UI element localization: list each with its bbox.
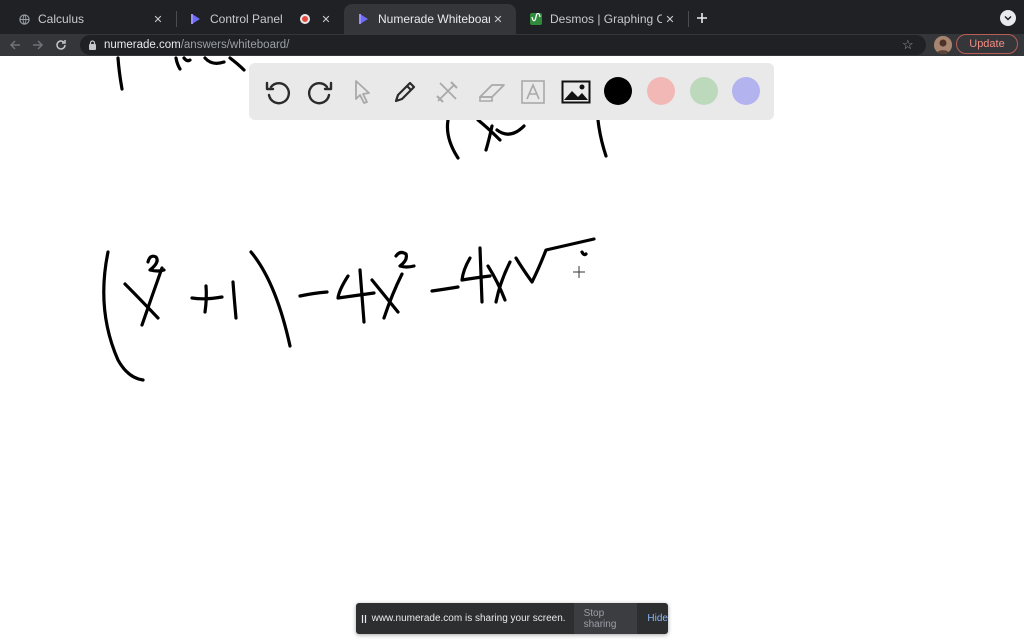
undo-button[interactable] (261, 75, 295, 109)
image-icon (561, 80, 591, 104)
color-swatch-green[interactable] (690, 77, 718, 105)
eraser-icon (479, 84, 505, 102)
image-tool-button[interactable] (559, 75, 593, 109)
cursor-icon (355, 80, 370, 104)
tools-icon (436, 81, 458, 103)
undo-icon (265, 81, 290, 105)
shapes-tool-button[interactable] (430, 75, 464, 109)
select-tool-button[interactable] (345, 75, 379, 109)
screen-share-bar: www.numerade.com is sharing your screen.… (356, 603, 668, 634)
redo-icon (308, 81, 333, 105)
color-swatch-purple[interactable] (732, 77, 760, 105)
redo-button[interactable] (303, 75, 337, 109)
whiteboard-toolbar (249, 63, 774, 120)
pen-tool-button[interactable] (388, 75, 422, 109)
text-icon (521, 80, 545, 104)
drag-handle-icon[interactable] (356, 614, 372, 624)
color-swatch-pink[interactable] (647, 77, 675, 105)
pencil-icon (394, 81, 416, 103)
color-swatch-black[interactable] (604, 77, 632, 105)
hide-button[interactable]: Hide (647, 613, 668, 624)
text-tool-button[interactable] (516, 75, 550, 109)
stop-sharing-button[interactable]: Stop sharing (573, 603, 638, 634)
share-message: www.numerade.com is sharing your screen. (371, 613, 566, 624)
eraser-tool-button[interactable] (475, 75, 509, 109)
crosshair-cursor-icon (573, 266, 585, 278)
